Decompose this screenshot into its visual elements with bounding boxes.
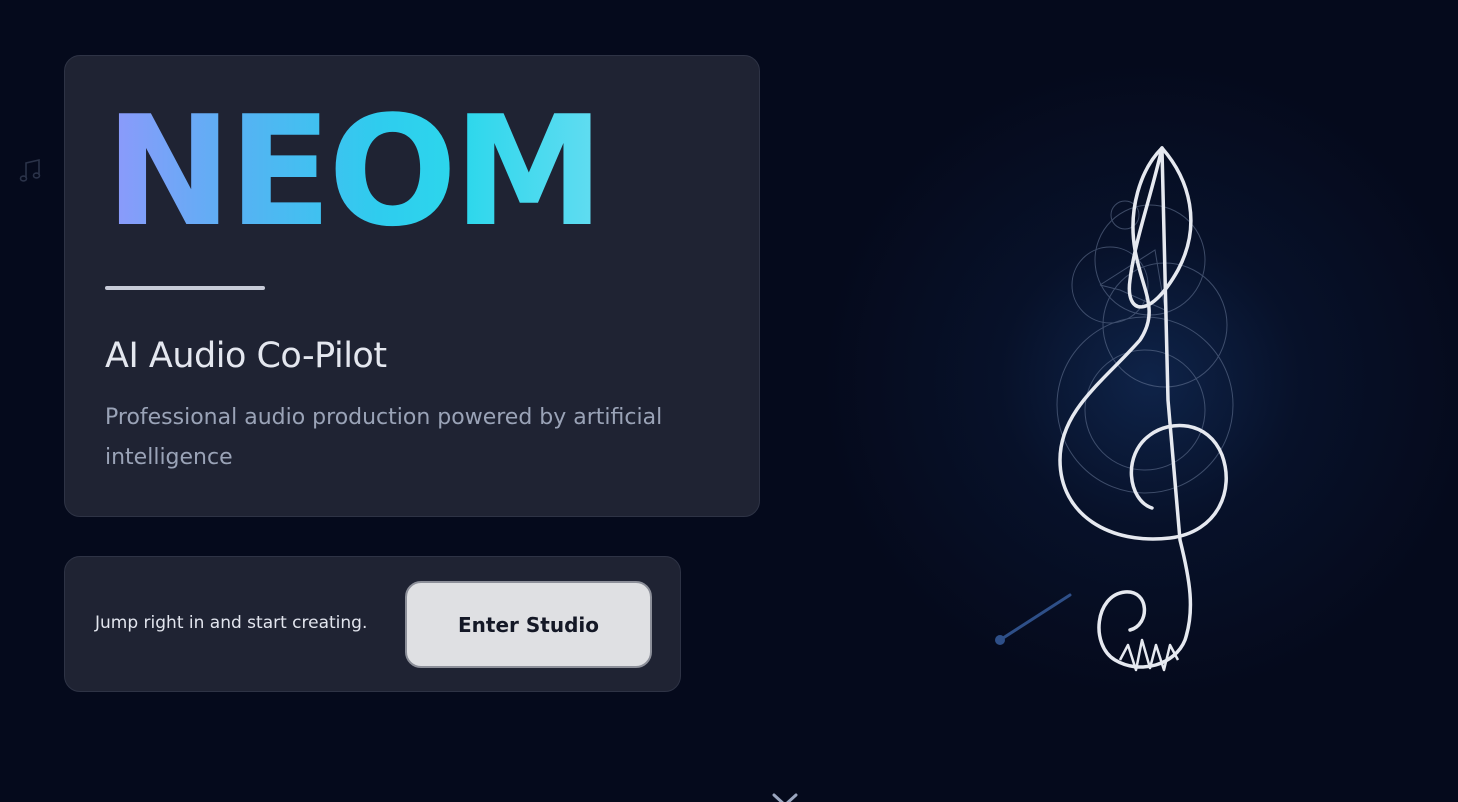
cta-card: Jump right in and start creating. Enter … (64, 556, 681, 692)
hero-subtitle: AI Audio Co-Pilot (105, 336, 387, 376)
brand-title: NEOM (105, 83, 605, 260)
music-note-icon (19, 158, 41, 182)
landing-page: NEOM AI Audio Co-Pilot Professional audi… (0, 0, 1458, 802)
chevron-down-icon[interactable] (771, 792, 799, 802)
hero-description: Professional audio production powered by… (105, 405, 663, 470)
cta-text: Jump right in and start creating. (95, 613, 368, 633)
hero-card: NEOM AI Audio Co-Pilot Professional audi… (64, 55, 760, 517)
title-divider (105, 286, 265, 290)
treble-clef-icon (995, 146, 1234, 672)
enter-studio-button[interactable]: Enter Studio (405, 581, 652, 668)
